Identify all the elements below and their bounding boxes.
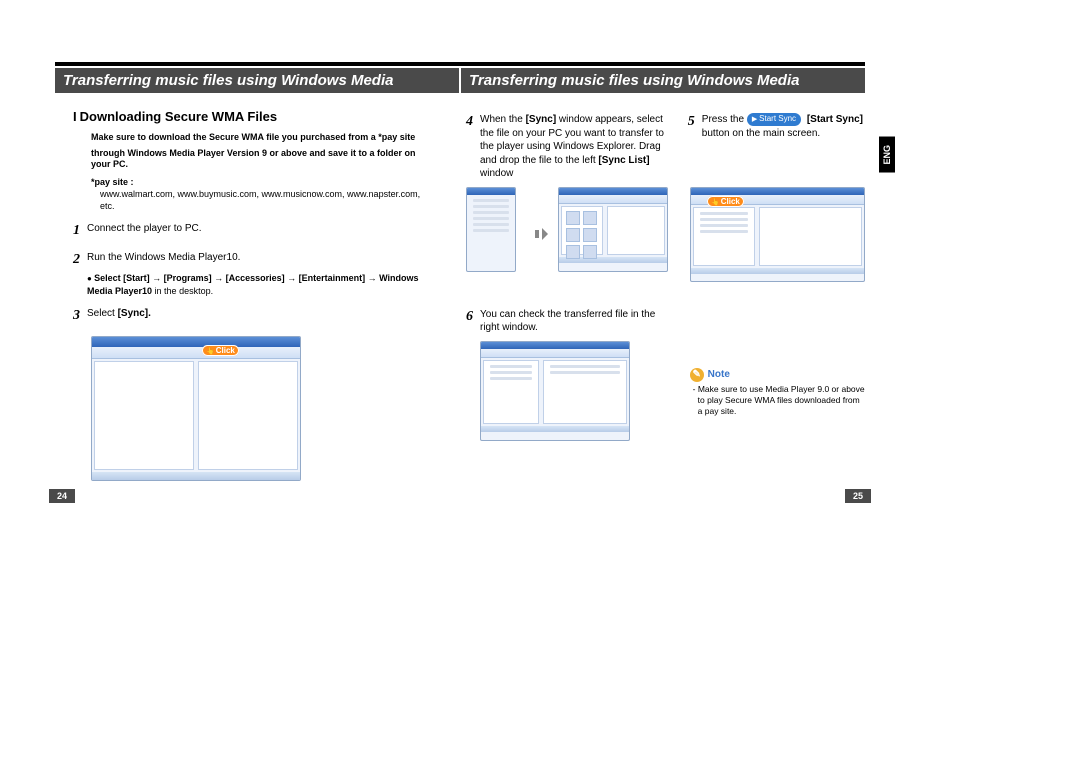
explorer-screenshot [466,187,516,272]
wmp-sync-screenshot: Click [91,336,301,481]
section-title-text: Downloading Secure WMA Files [80,109,277,124]
paysite-list: www.walmart.com, www.buymusic.com, www.m… [100,189,436,212]
wmp-transferred-screenshot [480,341,630,441]
step-num-1: 1 [73,222,87,241]
step-5-body: Press the Start Sync [Start Sync] button… [702,113,865,140]
step3-prefix: Select [87,308,118,319]
step3-bold: [Sync]. [118,308,151,319]
page-number-left: 24 [49,489,75,503]
header-left: Transferring music files using Windows M… [55,68,459,93]
header-right: Transferring music files using Windows M… [461,68,865,93]
step-4: 4 When the [Sync] window appears, select… [466,113,670,181]
step-num-3: 3 [73,307,87,326]
header-row: Transferring music files using Windows M… [55,68,865,93]
step-num-2: 2 [73,251,87,270]
left-page: IDownloading Secure WMA Files Make sure … [55,103,436,503]
wmp-startsync-screenshot: Click [690,187,865,282]
step-num-4: 4 [466,113,480,132]
step2-sub-path: [Start] → [Programs] → [Accessories] → [… [87,273,419,296]
step2-sub-suffix: in the desktop. [152,286,213,296]
step-2-body: Run the Windows Media Player10. [87,251,436,265]
step-6: 6 You can check the transferred file in … [466,308,668,335]
step-2-sub: Select [Start] → [Programs] → [Accessori… [87,272,436,297]
wmp-sync-small-screenshot [558,187,668,272]
step-num-6: 6 [466,308,480,327]
note-body: - Make sure to use Media Player 9.0 or a… [690,384,865,417]
step2-sub-prefix: Select [94,273,123,283]
paysite-label: *pay site : [91,177,436,187]
start-sync-icon: Start Sync [747,113,801,126]
drag-arrow-icon [528,230,546,238]
section-title: IDownloading Secure WMA Files [73,109,436,124]
step-1-body: Connect the player to PC. [87,222,436,236]
step-1: 1 Connect the player to PC. [73,222,436,241]
step-3: 3 Select [Sync]. [73,307,436,326]
click-badge-2: Click [707,196,744,207]
note-label: Note [708,369,730,380]
note-header: ✎ Note [690,368,865,382]
intro-line-2: through Windows Media Player Version 9 o… [91,148,436,171]
step-2: 2 Run the Windows Media Player10. [73,251,436,270]
intro-line-1: Make sure to download the Secure WMA fil… [91,132,436,144]
step-5: 5 Press the Start Sync [Start Sync] butt… [688,113,865,140]
language-tab: ENG [879,137,895,173]
step-6-body: You can check the transferred file in th… [480,308,668,335]
step-num-5: 5 [688,113,702,132]
right-page: ENG 4 When the [Sync] window appears, se… [466,103,865,503]
page-spread: Transferring music files using Windows M… [55,62,865,503]
step-3-body: Select [Sync]. [87,307,436,321]
page-number-right: 25 [845,489,871,503]
note-icon: ✎ [690,368,704,382]
step-4-body: When the [Sync] window appears, select t… [480,113,670,181]
click-badge: Click [202,345,239,356]
